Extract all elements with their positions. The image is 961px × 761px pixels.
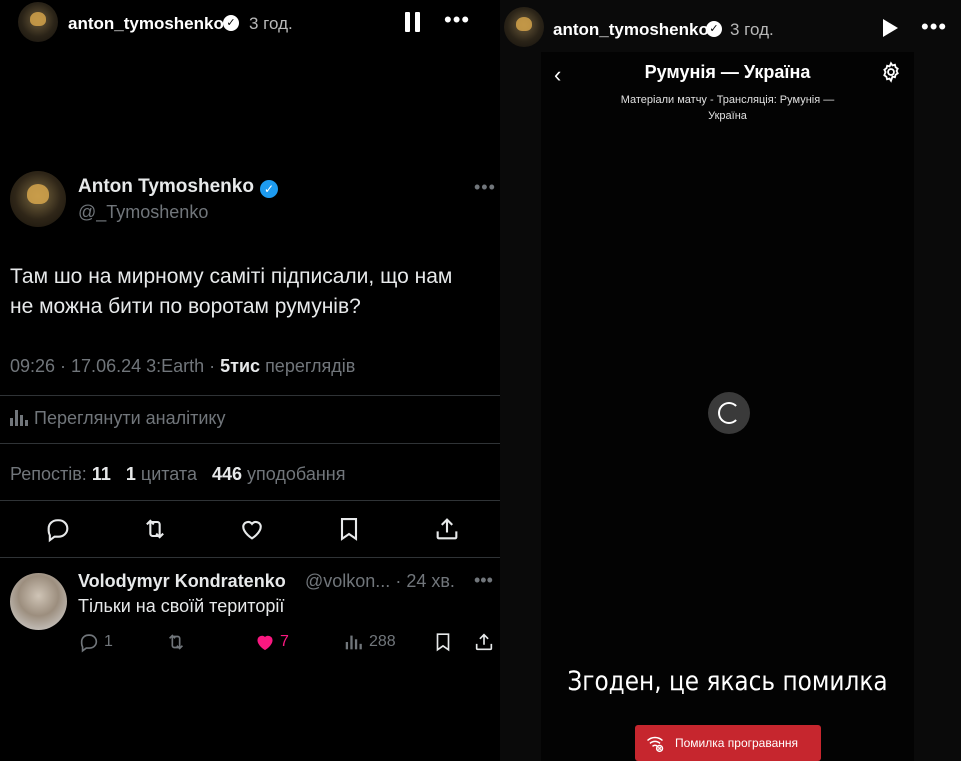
video-subtitle: Матеріали матчу - Трансляція: Румунія — … — [591, 92, 864, 124]
reply-comment-button[interactable]: 1 — [78, 630, 113, 654]
reply-bookmark-button[interactable] — [432, 630, 454, 654]
story-username[interactable]: anton_tymoshenko — [553, 20, 709, 40]
more-options-icon[interactable]: ••• — [921, 16, 947, 38]
wifi-error-icon — [646, 736, 664, 753]
playback-error-label: Помилка програвання — [675, 736, 799, 750]
tweet-text-line: Там шо на мирному саміті підписали, що н… — [10, 265, 453, 288]
heart-icon — [257, 635, 273, 650]
tweet-stats: Репостів: 11 1 цитата 446 уподобання — [10, 464, 345, 485]
likes-label[interactable]: уподобання — [247, 464, 345, 484]
likes-count[interactable]: 446 — [212, 464, 242, 484]
reply-text: Тільки на своїй території — [78, 596, 285, 616]
reply-repost-button[interactable] — [165, 630, 187, 654]
reply-count: 1 — [104, 633, 113, 650]
reply-like-button[interactable]: 7 — [254, 630, 289, 654]
story-header: anton_tymoshenko ✓ 3 год. ••• — [500, 0, 961, 50]
tweet-more-icon[interactable]: ••• — [474, 177, 496, 198]
tweet-avatar[interactable] — [10, 171, 66, 227]
bookmark-icon[interactable] — [335, 515, 363, 543]
left-story-panel: anton_tymoshenko ✓ 3 год. ••• Anton Tymo… — [0, 0, 500, 761]
share-icon — [475, 633, 493, 650]
repost-icon — [168, 634, 184, 650]
reply-icon[interactable] — [44, 515, 72, 543]
reply-handle-text: @volkon... — [305, 571, 391, 591]
pause-icon[interactable] — [405, 12, 421, 32]
loading-spinner-icon — [708, 392, 750, 434]
divider — [0, 500, 500, 501]
reply-avatar[interactable] — [10, 573, 67, 630]
reply-icon — [80, 634, 98, 653]
video-subtitle-line: Матеріали матчу - Трансляція: Румунія — — [620, 94, 835, 106]
verified-icon: ✓ — [223, 15, 239, 31]
views-count: 5тис — [220, 356, 261, 376]
divider — [0, 557, 500, 558]
playback-error-button[interactable]: Помилка програвання — [635, 725, 821, 761]
like-icon[interactable] — [238, 515, 266, 543]
analytics-icon — [10, 410, 28, 426]
tweet-author-name[interactable]: Anton Tymoshenko — [78, 176, 254, 198]
tweet-author-handle[interactable]: @_Tymoshenko — [78, 202, 208, 223]
analytics-label: Переглянути аналітику — [34, 408, 226, 428]
reply-views-button[interactable]: 288 — [343, 630, 396, 654]
story-header: anton_tymoshenko ✓ 3 год. ••• — [0, 0, 500, 50]
avatar[interactable] — [504, 7, 544, 47]
reply-time: · 24 хв. — [395, 571, 455, 591]
reposts-label: Репостів: — [10, 464, 87, 484]
share-icon[interactable] — [433, 515, 461, 543]
verified-icon: ✓ — [706, 21, 722, 37]
tweet-timestamp: 09:26 · 17.06.24 3:Earth · — [10, 356, 221, 376]
divider — [0, 443, 500, 444]
reply-more-icon[interactable]: ••• — [474, 570, 493, 591]
analytics-link[interactable]: Переглянути аналітику — [10, 408, 225, 429]
more-options-icon[interactable]: ••• — [444, 9, 470, 31]
reply-author-name[interactable]: Volodymyr Kondratenko — [78, 571, 286, 592]
avatar[interactable] — [18, 2, 58, 42]
video-player[interactable]: ‹ Румунія — Україна Матеріали матчу - Тр… — [541, 52, 914, 761]
gear-icon[interactable] — [880, 61, 902, 83]
video-title: Румунія — Україна — [644, 62, 811, 82]
story-caption: Згоден, це якась помилка — [567, 666, 888, 697]
divider — [0, 395, 500, 396]
views-label: переглядів — [265, 356, 356, 376]
reply-share-button[interactable] — [473, 630, 495, 654]
quotes-count[interactable]: 1 — [126, 464, 136, 484]
views-icon — [345, 635, 362, 650]
verified-badge-icon: ✓ — [260, 180, 278, 198]
story-time: 3 год. — [730, 20, 774, 39]
bookmark-icon — [436, 633, 450, 652]
tweet-text: Там шо на мирному саміті підписали, що н… — [10, 262, 490, 322]
reposts-count[interactable]: 11 — [92, 464, 111, 484]
reply-view-count: 288 — [369, 633, 396, 650]
quotes-label[interactable]: цитата — [141, 464, 197, 484]
play-icon[interactable] — [883, 19, 898, 37]
right-story-panel: anton_tymoshenko ✓ 3 год. ••• ‹ Румунія … — [500, 0, 961, 761]
repost-icon[interactable] — [141, 515, 169, 543]
video-subtitle-line: Україна — [708, 110, 747, 122]
reply-author-handle[interactable]: @volkon... · 24 хв. — [305, 571, 455, 592]
tweet-text-line: не можна бити по воротам румунів? — [10, 295, 361, 318]
reply-like-count: 7 — [280, 633, 289, 650]
story-time: 3 год. — [249, 14, 293, 33]
tweet-meta: 09:26 · 17.06.24 3:Earth · 5тис перегляд… — [10, 356, 355, 377]
story-username[interactable]: anton_tymoshenko — [68, 14, 224, 34]
